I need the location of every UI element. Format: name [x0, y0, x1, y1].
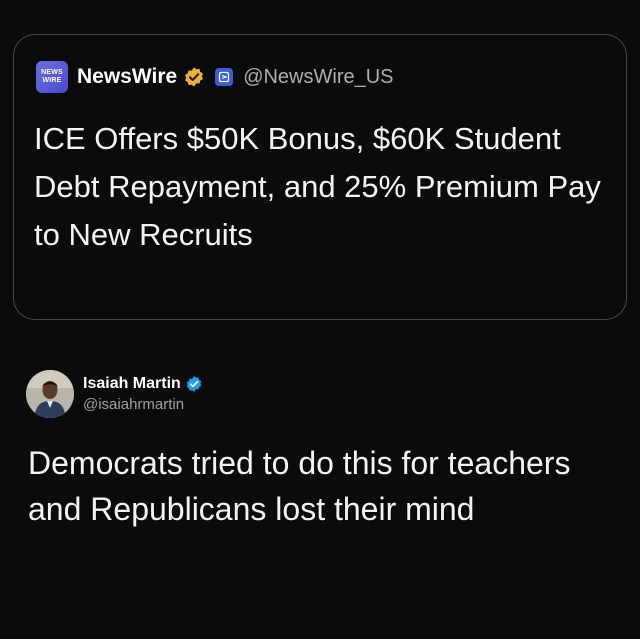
affiliate-glyph-icon: [219, 71, 230, 83]
quoted-handle[interactable]: @NewsWire_US: [243, 66, 393, 89]
affiliate-icon[interactable]: [215, 68, 234, 86]
quoted-tweet-card[interactable]: NEWS WIRE NewsWire @NewsWire_US ICE Offe…: [13, 34, 627, 320]
author-display-name[interactable]: Isaiah Martin: [83, 375, 181, 393]
logo-text-wire: WIRE: [42, 77, 62, 84]
author-handle[interactable]: @isaiahrmartin: [83, 396, 203, 413]
author-info: Isaiah Martin @isaiahrmartin: [83, 375, 203, 413]
blue-verified-badge-icon: [186, 376, 202, 392]
gold-verified-badge-icon: [185, 67, 204, 87]
quoted-display-name[interactable]: NewsWire: [77, 65, 177, 89]
quoted-tweet-text: ICE Offers $50K Bonus, $60K Student Debt…: [34, 121, 601, 252]
tweet-header: Isaiah Martin @isaiahrmartin: [26, 370, 203, 418]
avatar[interactable]: [26, 370, 74, 418]
avatar-portrait-icon: [26, 370, 74, 418]
logo-text-news: NEWS: [41, 69, 63, 76]
tweet-text: Democrats tried to do this for teachers …: [28, 445, 571, 527]
quoted-tweet-header: NEWS WIRE NewsWire @NewsWire_US: [36, 60, 394, 94]
newswire-logo[interactable]: NEWS WIRE: [36, 61, 68, 93]
author-name-row: Isaiah Martin: [83, 375, 203, 393]
